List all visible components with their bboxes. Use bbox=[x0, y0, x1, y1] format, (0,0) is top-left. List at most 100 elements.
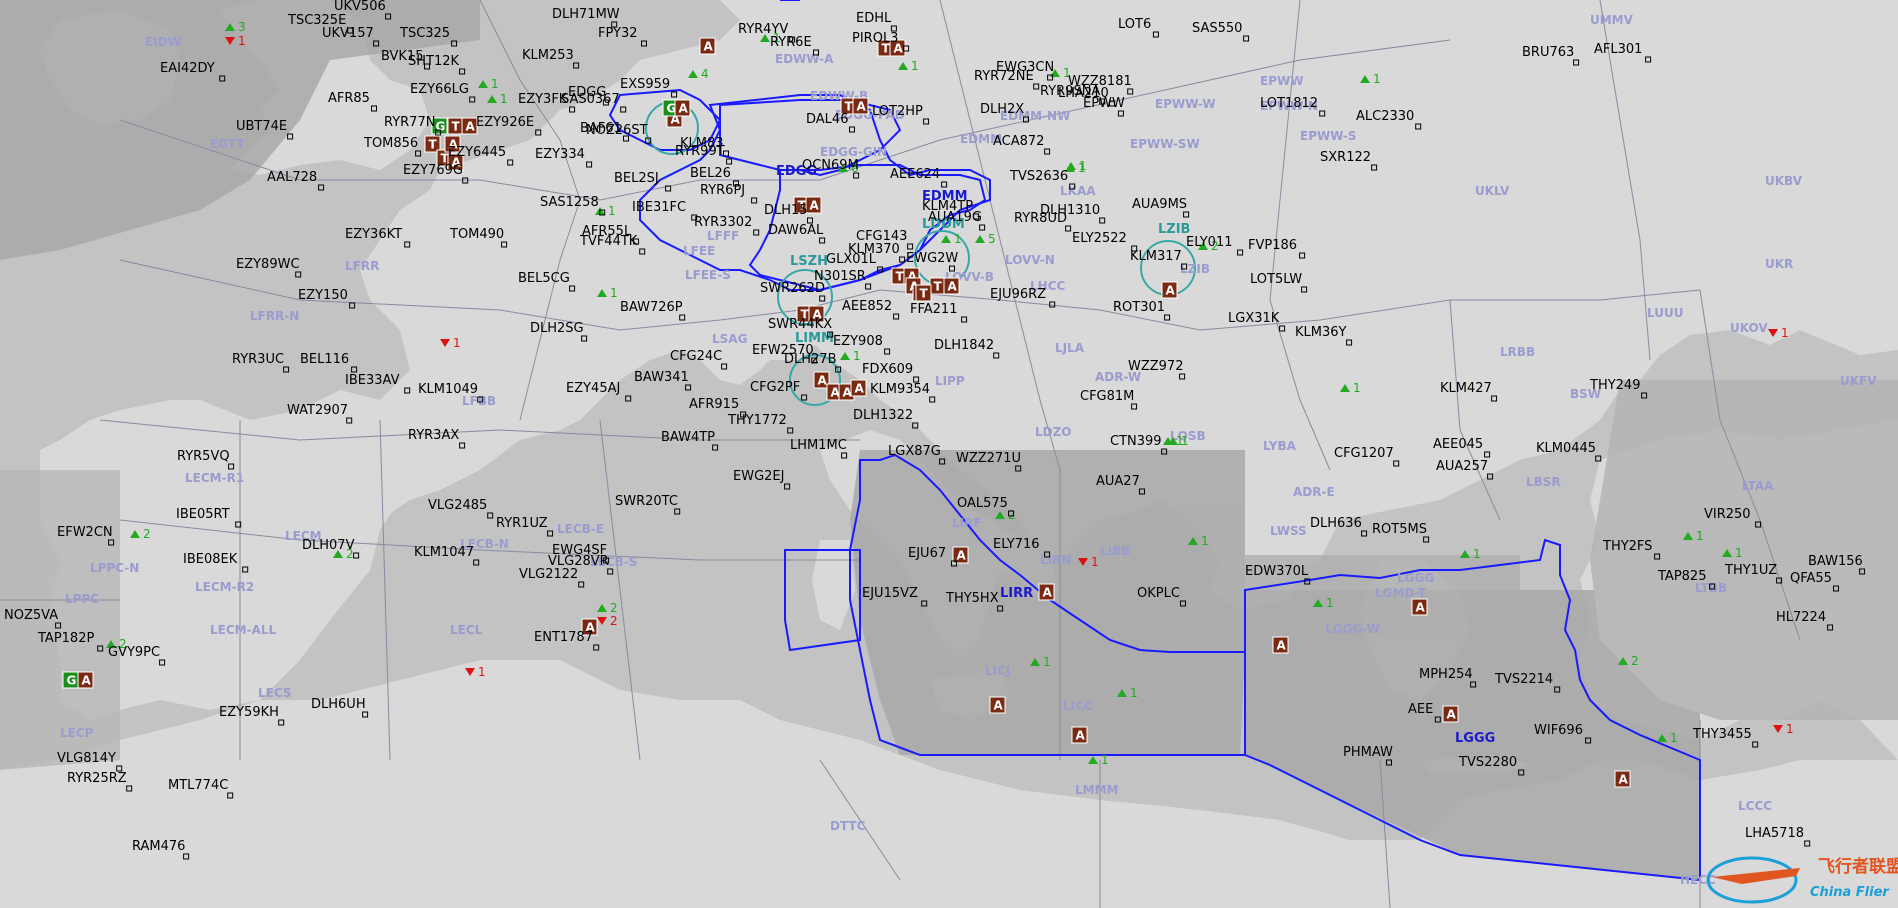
aircraft-callsign[interactable]: SHT12K bbox=[408, 54, 460, 69]
aircraft-callsign[interactable]: UKV506 bbox=[334, 0, 386, 14]
aircraft-callsign[interactable]: ELY2522 bbox=[1072, 231, 1127, 246]
aircraft-callsign[interactable]: CFG24C bbox=[670, 349, 722, 364]
aircraft-callsign[interactable]: ROT301 bbox=[1113, 300, 1165, 315]
aircraft-callsign[interactable]: RYR25RZ bbox=[67, 771, 127, 786]
aircraft-callsign[interactable]: THY3455 bbox=[1692, 727, 1752, 742]
radar-map[interactable]: UMMV EPWW-N EPWW EPWW-W EPWW-S UKLV UKBV… bbox=[0, 0, 1898, 908]
aircraft-callsign[interactable]: IBE05RT bbox=[176, 507, 230, 522]
aircraft-callsign[interactable]: EZY150 bbox=[298, 288, 348, 303]
aircraft-callsign[interactable]: LHM1MC bbox=[790, 438, 847, 453]
aircraft-callsign[interactable]: SWR20TC bbox=[615, 494, 678, 509]
aircraft-callsign[interactable]: IBE31FC bbox=[632, 200, 686, 215]
aircraft-callsign[interactable]: TVS2636 bbox=[1009, 169, 1068, 184]
aircraft-callsign[interactable]: SAS550 bbox=[1192, 21, 1242, 36]
aircraft-callsign[interactable]: MPH254 bbox=[1419, 667, 1473, 682]
aircraft-callsign[interactable]: BEL5CG bbox=[518, 271, 570, 286]
aircraft-callsign[interactable]: SWR262D bbox=[760, 281, 825, 296]
aircraft-callsign[interactable]: RYR1UZ bbox=[496, 516, 548, 531]
aircraft-callsign[interactable]: DLH15 bbox=[764, 203, 808, 218]
aircraft-callsign[interactable]: DLH2SG bbox=[530, 321, 584, 336]
aircraft-callsign[interactable]: SAS0367 bbox=[561, 92, 620, 107]
aircraft-callsign[interactable]: EWG2EJ bbox=[733, 469, 784, 484]
aircraft-callsign[interactable]: TVS2280 bbox=[1458, 755, 1517, 770]
aircraft-callsign[interactable]: EJU96RZ bbox=[990, 287, 1046, 302]
aircraft-callsign[interactable]: RYR3302 bbox=[694, 215, 752, 230]
aircraft-callsign[interactable]: ELY716 bbox=[993, 537, 1039, 552]
aircraft-callsign[interactable]: ELY011 bbox=[1186, 235, 1232, 250]
aircraft-callsign[interactable]: ACA872 bbox=[993, 134, 1044, 149]
aircraft-callsign[interactable]: KLM253 bbox=[522, 48, 574, 63]
aircraft-callsign[interactable]: BRU763 bbox=[1522, 45, 1574, 60]
aircraft-callsign[interactable]: FPY32 bbox=[598, 26, 638, 41]
aircraft-callsign[interactable]: RYR99T bbox=[675, 144, 725, 159]
aircraft-callsign[interactable]: BAW4TP bbox=[661, 430, 715, 445]
aircraft-callsign[interactable]: GLX01L bbox=[826, 252, 877, 267]
aircraft-callsign[interactable]: MTL774C bbox=[168, 778, 228, 793]
aircraft-callsign[interactable]: WZZ271U bbox=[956, 451, 1021, 466]
aircraft-callsign[interactable]: TSC325 bbox=[399, 26, 450, 41]
aircraft-callsign[interactable]: EJU67 bbox=[908, 546, 946, 561]
aircraft-callsign[interactable]: EZY6445 bbox=[448, 145, 506, 160]
aircraft-callsign[interactable]: THY1UZ bbox=[1724, 563, 1777, 578]
aircraft-callsign[interactable]: SXR122 bbox=[1320, 150, 1371, 165]
aircraft-callsign[interactable]: BAW341 bbox=[634, 370, 689, 385]
aircraft-callsign[interactable]: CTN399 bbox=[1110, 434, 1162, 449]
aircraft-callsign[interactable]: BAW156 bbox=[1808, 554, 1863, 569]
aircraft-callsign[interactable]: THY249 bbox=[1589, 378, 1640, 393]
aircraft-callsign[interactable]: WZZ972 bbox=[1128, 359, 1183, 374]
aircraft-callsign[interactable]: DLH1842 bbox=[934, 338, 994, 353]
aircraft-callsign[interactable]: AEE624 bbox=[890, 167, 940, 182]
aircraft-callsign[interactable]: PHMAW bbox=[1343, 745, 1393, 760]
aircraft-callsign[interactable]: EZY908 bbox=[833, 334, 883, 349]
aircraft-callsign[interactable]: RAM476 bbox=[132, 839, 185, 854]
aircraft-callsign[interactable]: TOM490 bbox=[449, 227, 504, 242]
aircraft-callsign[interactable]: DLH1322 bbox=[853, 408, 913, 423]
aircraft-callsign[interactable]: LOT2HP bbox=[872, 104, 923, 119]
aircraft-callsign[interactable]: EJU15VZ bbox=[862, 586, 918, 601]
aircraft-callsign[interactable]: DLH2X bbox=[980, 102, 1024, 117]
aircraft-callsign[interactable]: EXS959 bbox=[620, 77, 670, 92]
aircraft-callsign[interactable]: RYR6E bbox=[770, 35, 812, 50]
aircraft-callsign[interactable]: RYR72NE bbox=[974, 69, 1034, 84]
aircraft-callsign[interactable]: AEE852 bbox=[842, 299, 892, 314]
aircraft-callsign[interactable]: OCN69M bbox=[802, 158, 859, 173]
aircraft-callsign[interactable]: LGX31K bbox=[1228, 311, 1280, 326]
aircraft-callsign[interactable]: THY2FS bbox=[1602, 539, 1652, 554]
aircraft-callsign[interactable]: AEE bbox=[1408, 702, 1433, 717]
aircraft-callsign[interactable]: PIROL3 bbox=[852, 31, 898, 46]
aircraft-callsign[interactable]: EZY36KT bbox=[345, 227, 402, 242]
aircraft-callsign[interactable]: AAL728 bbox=[267, 170, 317, 185]
aircraft-callsign[interactable]: CFG81M bbox=[1080, 389, 1134, 404]
aircraft-callsign[interactable]: VIR250 bbox=[1704, 507, 1751, 522]
aircraft-callsign[interactable]: OKPLC bbox=[1137, 586, 1180, 601]
aircraft-callsign[interactable]: BEL2SJ bbox=[614, 171, 659, 186]
aircraft-callsign[interactable]: BAW726P bbox=[620, 300, 683, 315]
aircraft-callsign[interactable]: EFW2CN bbox=[57, 525, 113, 540]
aircraft-callsign[interactable]: AFR85 bbox=[328, 91, 370, 106]
aircraft-callsign[interactable]: EZY45AJ bbox=[566, 381, 620, 396]
aircraft-callsign[interactable]: TAP182P bbox=[37, 631, 94, 646]
aircraft-callsign[interactable]: EDHL bbox=[856, 11, 892, 26]
aircraft-callsign[interactable]: EFW2570 bbox=[752, 343, 814, 358]
aircraft-callsign[interactable]: IBE33AV bbox=[345, 373, 400, 388]
aircraft-callsign[interactable]: EZY334 bbox=[535, 147, 585, 162]
aircraft-callsign[interactable]: CFG2PF bbox=[750, 380, 800, 395]
aircraft-callsign[interactable]: DLH6UH bbox=[311, 697, 366, 712]
aircraft-callsign[interactable]: KLM9354 bbox=[870, 382, 930, 397]
aircraft-callsign[interactable]: SWR44KX bbox=[768, 317, 832, 332]
aircraft-callsign[interactable]: LOT6 bbox=[1118, 17, 1151, 32]
aircraft-callsign[interactable]: NOZ26ST bbox=[586, 123, 648, 138]
aircraft-callsign[interactable]: VLG2122 bbox=[519, 567, 578, 582]
aircraft-callsign[interactable]: NOZ5VA bbox=[4, 608, 58, 623]
aircraft-callsign[interactable]: QFA55 bbox=[1790, 571, 1832, 586]
aircraft-callsign[interactable]: EPWW bbox=[1083, 96, 1125, 111]
aircraft-callsign[interactable]: KLM0445 bbox=[1536, 441, 1596, 456]
aircraft-callsign[interactable]: THY1772 bbox=[727, 413, 787, 428]
aircraft-callsign[interactable]: AFL301 bbox=[1594, 42, 1642, 57]
aircraft-callsign[interactable]: IBE08EK bbox=[183, 552, 238, 567]
aircraft-callsign[interactable]: UBT74E bbox=[236, 119, 287, 134]
aircraft-callsign[interactable]: OAL575 bbox=[957, 496, 1008, 511]
aircraft-callsign[interactable]: AUA257 bbox=[1436, 459, 1488, 474]
aircraft-callsign[interactable]: AEE045 bbox=[1433, 437, 1483, 452]
aircraft-callsign[interactable]: SAS1258 bbox=[540, 195, 599, 210]
